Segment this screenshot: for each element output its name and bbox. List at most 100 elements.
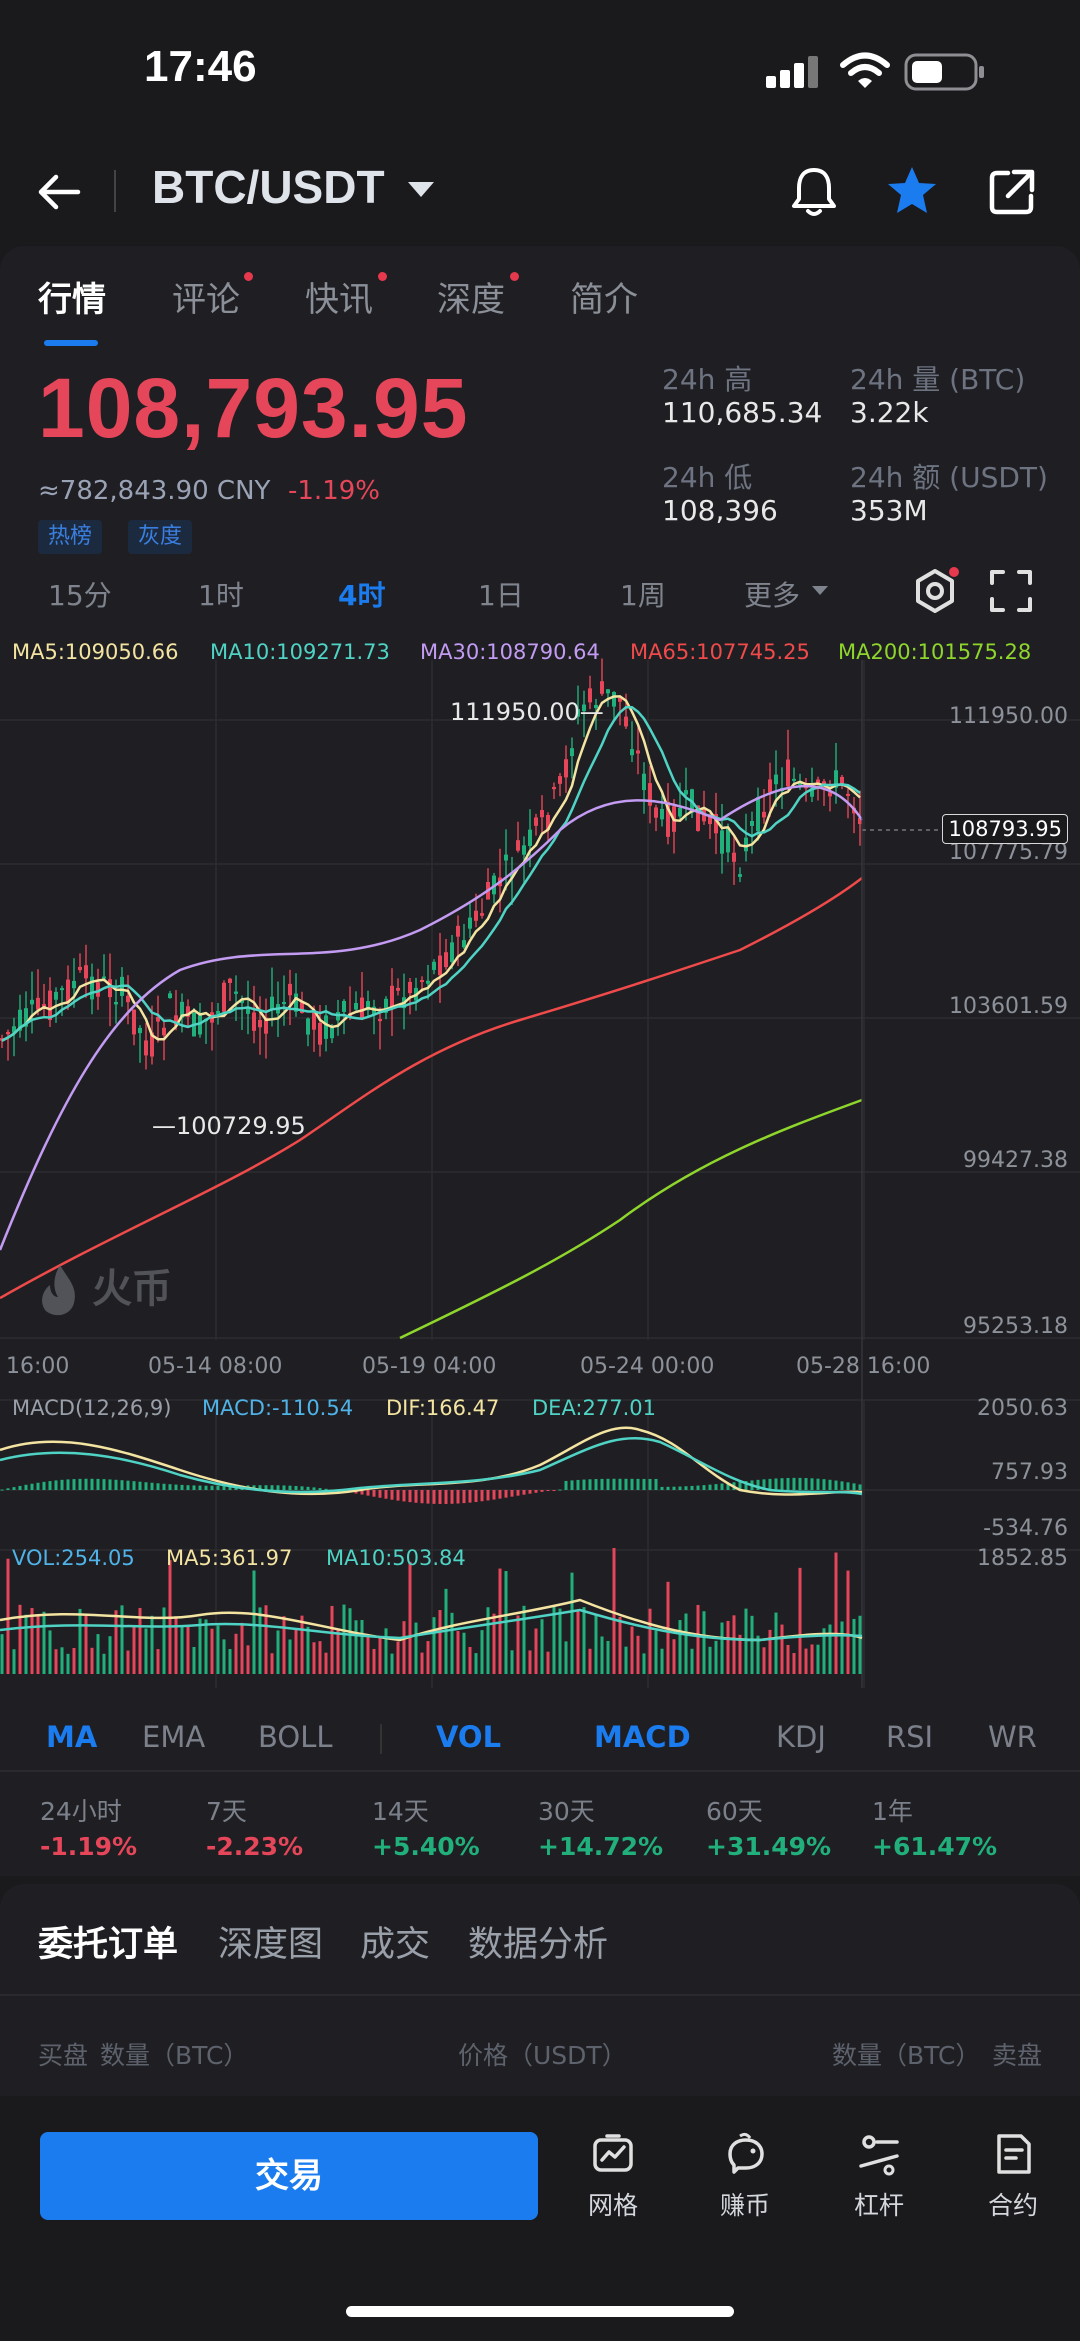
amount-value: 353M [850,494,928,527]
volume-bar [408,1561,412,1674]
macd-bar [570,1480,574,1490]
volume-bar [660,1648,664,1674]
tab-intro[interactable]: 简介 [570,272,638,321]
macd-bar [150,1482,154,1490]
volume-bar [48,1630,52,1674]
macd-bar [582,1479,586,1490]
volume-bar [78,1608,82,1674]
nav-contract[interactable]: 合约 [958,2132,1068,2222]
indicator-ema[interactable]: EMA [142,1720,205,1754]
volume-bar [402,1621,406,1674]
fullscreen-icon[interactable] [988,568,1034,614]
macd-bar [126,1480,130,1490]
low-annotation: —100729.95 [152,1112,306,1140]
volume-bar [72,1648,76,1674]
volume-bar [840,1621,844,1674]
macd-bar [690,1485,694,1490]
tab-comments[interactable]: 评论 [172,272,240,321]
volume-bar [576,1611,580,1674]
timeframe-more[interactable]: 更多 [744,574,800,614]
candle-body [228,978,232,983]
candle-body [234,991,238,994]
macd-bar [642,1478,646,1490]
timeframe-1w[interactable]: 1周 [620,574,666,614]
nav-grid-label: 网格 [587,2191,638,2220]
macd-title: MACD(12,26,9) [12,1396,172,1420]
chevron-down-icon[interactable] [812,586,828,595]
macd-bar [114,1479,118,1490]
timeframe-15m[interactable]: 15分 [48,574,112,614]
macd-bar [540,1490,544,1492]
trade-button[interactable]: 交易 [40,2132,538,2220]
volume-bar [240,1622,244,1674]
indicator-kdj[interactable]: KDJ [776,1720,826,1754]
tab-depth[interactable]: 深度 [437,272,505,321]
volume-bar [54,1649,58,1674]
indicator-rsi[interactable]: RSI [886,1720,933,1754]
volume-bar [750,1615,754,1674]
macd-bar [408,1490,412,1503]
volume-bar [642,1653,646,1674]
nav-earn[interactable]: 赚币 [690,2132,800,2222]
candle-body [768,779,772,793]
macd-axis-label: -534.76 [983,1516,1068,1541]
pair-selector[interactable]: BTC/USDT [152,160,385,214]
macd-bar [678,1486,682,1490]
macd-bar [606,1478,610,1490]
candle-body [786,759,790,787]
macd-bar [390,1490,394,1500]
chevron-down-icon[interactable] [408,182,434,197]
indicator-ma[interactable]: MA [46,1720,97,1754]
macd-bar [30,1483,34,1490]
tab-trades[interactable]: 成交 [360,1916,430,1967]
indicator-wr[interactable]: WR [988,1720,1037,1754]
timeframe-1h[interactable]: 1时 [198,574,244,614]
tab-news[interactable]: 快讯 [305,272,373,321]
macd-bar [468,1490,472,1503]
volume-bar [144,1628,148,1674]
back-arrow-icon[interactable] [34,166,86,218]
indicator-boll[interactable]: BOLL [258,1720,333,1754]
contract-icon [997,2134,1031,2174]
ma10-line [1,705,861,1042]
volume-bar [654,1630,658,1674]
tab-orders[interactable]: 委托订单 [38,1916,178,1967]
macd-bar [852,1483,856,1490]
indicator-macd[interactable]: MACD [594,1720,691,1754]
volume-bar [762,1647,766,1674]
nav-grid[interactable]: 网格 [558,2132,668,2222]
macd-bar [372,1490,376,1497]
low-label: 24h 低 [662,461,753,494]
macd-bar [450,1490,454,1504]
volume-bar [522,1605,526,1674]
nav-leverage-label: 杠杆 [853,2191,904,2220]
tab-market[interactable]: 行情 [38,272,106,321]
timeframe-1d[interactable]: 1日 [478,574,524,614]
candle-body [222,982,226,1012]
tab-depth-chart[interactable]: 深度图 [218,1916,323,1967]
macd-bar [162,1483,166,1490]
volume-bar [564,1641,568,1674]
volume-bar [438,1610,442,1674]
star-icon[interactable] [884,164,940,218]
candlestick-chart[interactable] [0,630,1080,1690]
bell-icon[interactable] [788,164,840,220]
tag-hot[interactable]: 热榜 [38,520,103,554]
volume-bar [12,1649,16,1674]
volume-bar [210,1628,214,1674]
settings-icon[interactable] [910,566,960,616]
tag-grayscale[interactable]: 灰度 [128,520,193,554]
indicator-vol[interactable]: VOL [436,1720,501,1754]
candle-body [732,852,736,862]
timeframe-4h[interactable]: 4时 [338,574,385,614]
macd-bar [192,1485,196,1490]
share-icon[interactable] [986,166,1038,218]
macd-bar [828,1479,832,1490]
tab-data-analysis[interactable]: 数据分析 [468,1916,608,1967]
candle-body [678,807,682,817]
volume-bar [90,1647,94,1674]
macd-bar [798,1477,802,1490]
macd-bar [474,1490,478,1502]
nav-leverage[interactable]: 杠杆 [824,2132,934,2222]
volume-bar [342,1604,346,1674]
